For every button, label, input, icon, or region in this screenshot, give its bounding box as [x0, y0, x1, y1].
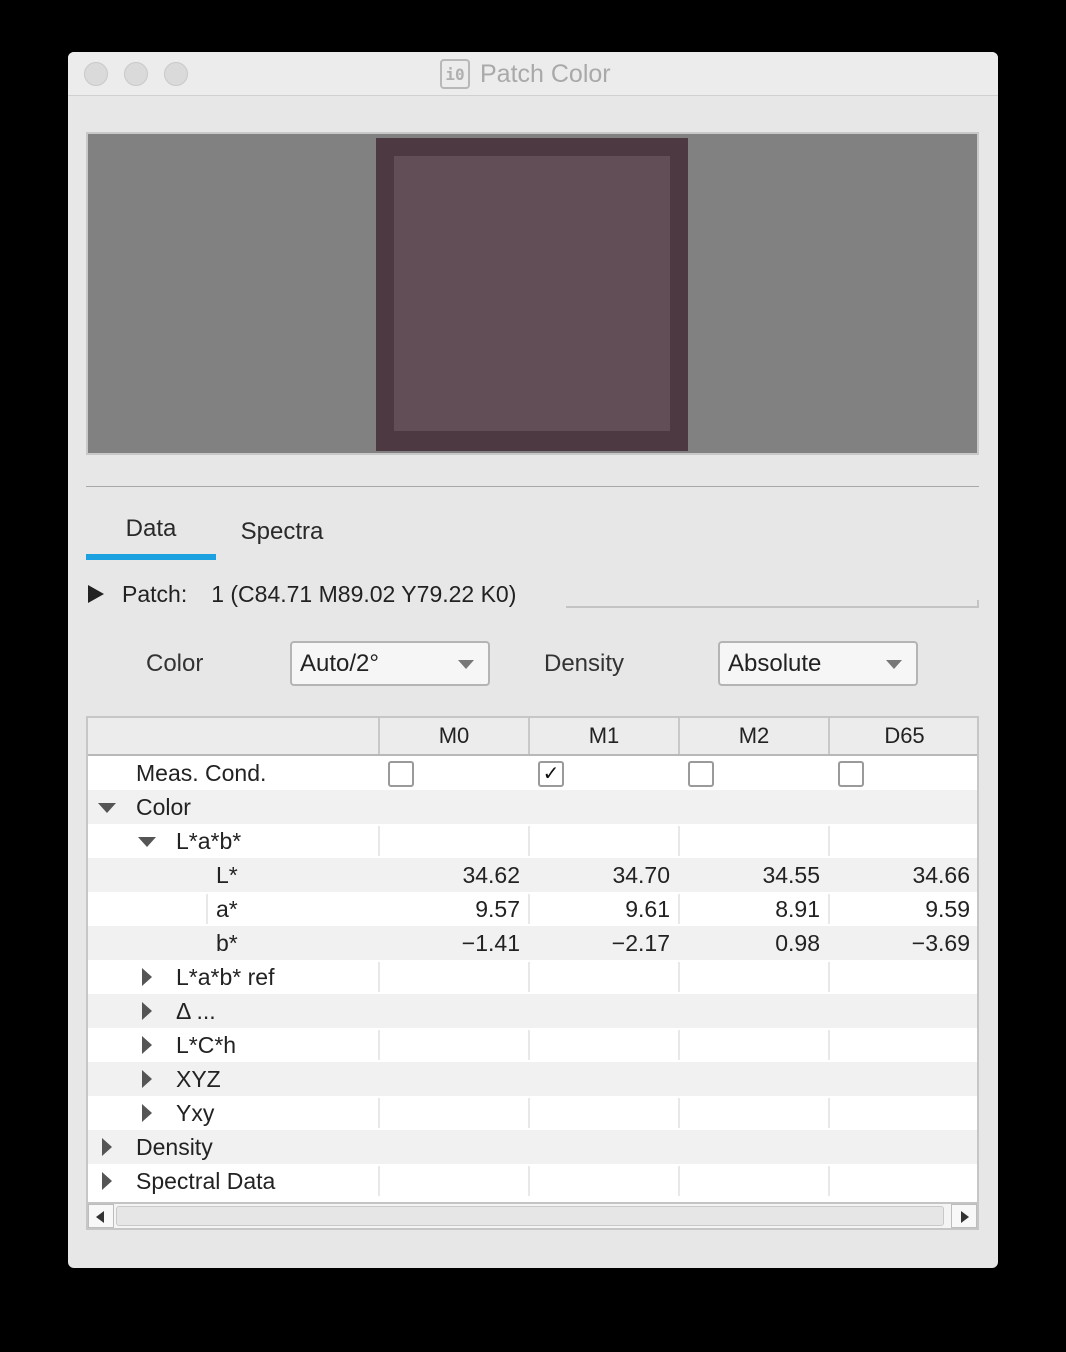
value-m1: 34.70 — [612, 861, 670, 888]
collapse-icon[interactable] — [138, 837, 156, 847]
scroll-left-button[interactable] — [88, 1204, 114, 1228]
column-header-d65[interactable]: D65 — [828, 718, 977, 754]
patch-preview — [86, 132, 979, 455]
table-row-density[interactable]: Density — [88, 1130, 977, 1164]
checkbox-m0[interactable] — [388, 761, 414, 787]
table-row-xyz[interactable]: XYZ — [88, 1062, 977, 1096]
density-select[interactable]: Absolute — [718, 641, 918, 686]
expand-icon[interactable] — [142, 1070, 152, 1088]
table-row-meas-cond: Meas. Cond. ✓ — [88, 756, 977, 790]
chevron-down-icon — [458, 660, 474, 669]
table-row-yxy[interactable]: Yxy — [88, 1096, 977, 1130]
expand-icon[interactable] — [102, 1138, 112, 1156]
value-m0: −1.41 — [461, 929, 520, 956]
app-icon: i0 — [440, 59, 470, 89]
column-header-m1[interactable]: M1 — [528, 718, 678, 754]
patch-swatch-border — [376, 138, 688, 451]
row-label: XYZ — [176, 1065, 221, 1092]
row-label: L* — [216, 861, 238, 888]
value-d65: 9.59 — [925, 895, 970, 922]
patch-color-window: i0 Patch Color Data Spectra Patch: 1 (C8… — [68, 52, 998, 1268]
expand-icon[interactable] — [102, 1172, 112, 1190]
horizontal-scrollbar[interactable] — [88, 1202, 977, 1228]
value-m1: −2.17 — [611, 929, 670, 956]
value-m0: 9.57 — [475, 895, 520, 922]
row-label: Meas. Cond. — [136, 759, 267, 786]
expand-icon[interactable] — [142, 1036, 152, 1054]
patch-row: Patch: 1 (C84.71 M89.02 Y79.22 K0) — [86, 576, 979, 612]
color-select[interactable]: Auto/2° — [290, 641, 490, 686]
patch-label: Patch: — [122, 580, 188, 607]
scroll-right-button[interactable] — [951, 1204, 977, 1228]
table-row: a* 9.57 9.61 8.91 9.59 — [88, 892, 977, 926]
close-window-button[interactable] — [84, 62, 108, 86]
table-header: M0 M1 M2 D65 — [88, 718, 977, 756]
row-label: Yxy — [176, 1099, 215, 1126]
value-m2: 8.91 — [775, 895, 820, 922]
value-m2: 34.55 — [762, 861, 820, 888]
table-row-lch[interactable]: L*C*h — [88, 1028, 977, 1062]
title-bar: i0 Patch Color — [68, 52, 998, 96]
expand-icon[interactable] — [142, 968, 152, 986]
table-row: L* 34.62 34.70 34.55 34.66 — [88, 858, 977, 892]
checkbox-m2[interactable] — [688, 761, 714, 787]
row-label: a* — [216, 895, 238, 922]
row-label: b* — [216, 929, 238, 956]
expand-icon[interactable] — [142, 1104, 152, 1122]
row-label: Density — [136, 1133, 213, 1160]
zoom-window-button[interactable] — [164, 62, 188, 86]
chevron-down-icon — [886, 660, 902, 669]
checkbox-m1[interactable]: ✓ — [538, 761, 564, 787]
density-label: Density — [544, 650, 625, 677]
checkbox-d65[interactable] — [838, 761, 864, 787]
expand-icon[interactable] — [142, 1002, 152, 1020]
patch-slider-track[interactable] — [566, 600, 979, 608]
row-label: Δ ... — [176, 997, 216, 1024]
row-label: L*a*b* ref — [176, 963, 275, 990]
arrow-left-icon — [96, 1211, 104, 1223]
value-d65: −3.69 — [911, 929, 970, 956]
table-row-delta[interactable]: Δ ... — [88, 994, 977, 1028]
patch-value: 1 (C84.71 M89.02 Y79.22 K0) — [211, 580, 517, 607]
scroll-thumb[interactable] — [116, 1206, 944, 1226]
arrow-right-icon — [961, 1211, 969, 1223]
column-header-m2[interactable]: M2 — [678, 718, 828, 754]
split-divider[interactable] — [86, 486, 979, 487]
table-row: b* −1.41 −2.17 0.98 −3.69 — [88, 926, 977, 960]
color-select-value: Auto/2° — [300, 649, 379, 677]
measurement-table: M0 M1 M2 D65 Meas. Cond. ✓ Color L*a*b* — [86, 716, 979, 1230]
row-label: L*C*h — [176, 1031, 237, 1058]
row-label: Color — [136, 793, 191, 820]
patch-swatch — [394, 156, 670, 431]
row-label: L*a*b* — [176, 827, 242, 854]
column-header-m0[interactable]: M0 — [378, 718, 528, 754]
value-d65: 34.66 — [912, 861, 970, 888]
window-title-group: i0 Patch Color — [440, 58, 611, 90]
density-select-value: Absolute — [728, 649, 822, 677]
expand-patch-icon[interactable] — [88, 585, 104, 603]
table-row-color[interactable]: Color — [88, 790, 977, 824]
table-row-lab[interactable]: L*a*b* — [88, 824, 977, 858]
tab-spectra[interactable]: Spectra — [226, 504, 338, 560]
color-label: Color — [146, 650, 204, 677]
minimize-window-button[interactable] — [124, 62, 148, 86]
collapse-icon[interactable] — [98, 803, 116, 813]
value-m2: 0.98 — [775, 929, 820, 956]
table-row-lab-ref[interactable]: L*a*b* ref — [88, 960, 977, 994]
value-m1: 9.61 — [625, 895, 670, 922]
tab-data[interactable]: Data — [86, 504, 216, 560]
value-m0: 34.62 — [462, 861, 520, 888]
row-label: Spectral Data — [136, 1167, 276, 1194]
window-title: Patch Color — [480, 59, 611, 88]
table-row-spectral[interactable]: Spectral Data — [88, 1164, 977, 1198]
